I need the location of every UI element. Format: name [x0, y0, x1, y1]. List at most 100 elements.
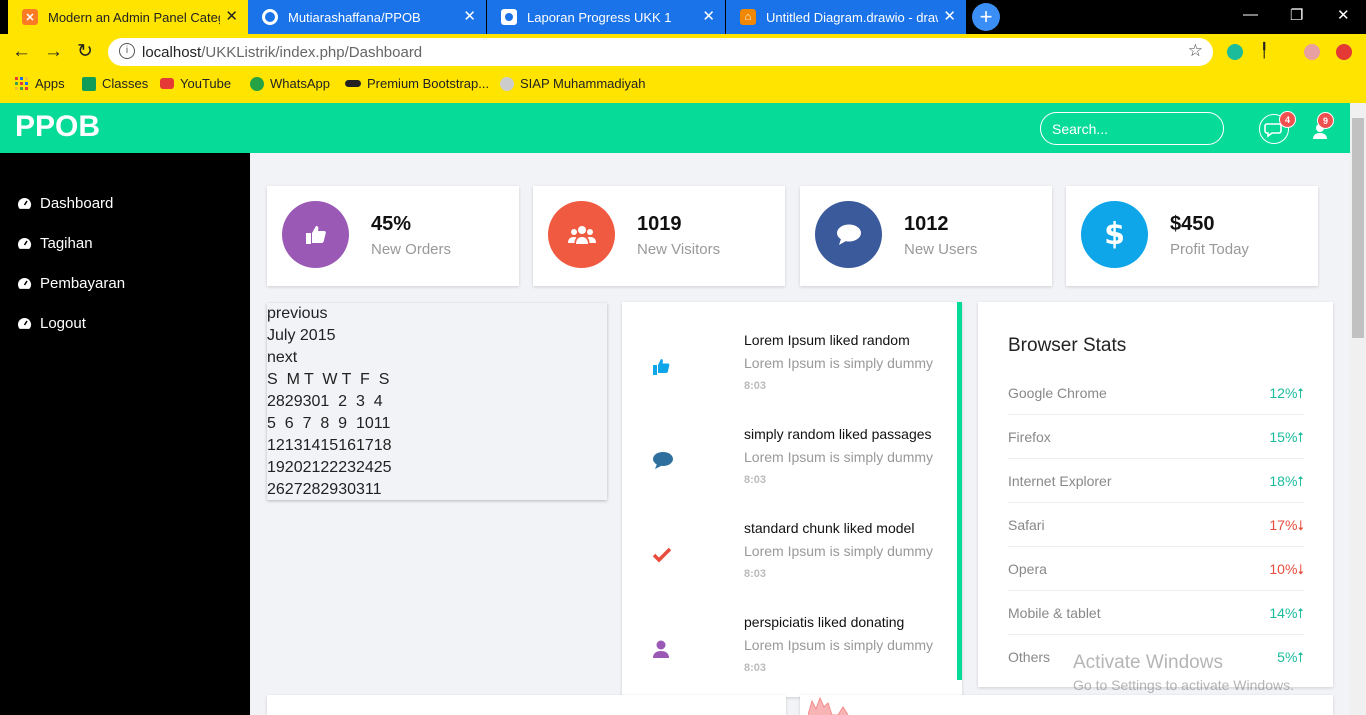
comment-icon: [653, 452, 673, 469]
bookmarks-bar: Apps Classes YouTube WhatsApp Premium Bo…: [0, 70, 1366, 103]
stat-value: $450: [1170, 213, 1215, 235]
close-tab-icon[interactable]: ✕: [463, 9, 476, 24]
extension-icon[interactable]: [1227, 44, 1243, 60]
browser-percent: 10%: [1269, 561, 1298, 577]
browser-tab-admin-panel[interactable]: ✕ Modern an Admin Panel Categor ✕: [8, 0, 248, 34]
dashboard-icon: [18, 277, 32, 289]
activity-feed: Lorem Ipsum liked random Lorem Ipsum is …: [622, 302, 962, 697]
browser-percent: 5%: [1277, 649, 1298, 665]
bookmark-apps[interactable]: Apps: [15, 76, 65, 91]
browser-stat-row: Opera 10%⭣: [1008, 547, 1304, 591]
youtube-icon: [160, 78, 174, 89]
close-tab-icon[interactable]: ✕: [702, 9, 715, 24]
bookmark-star-icon[interactable]: ☆: [1188, 41, 1203, 61]
sidebar-item-pembayaran[interactable]: Pembayaran: [17, 275, 125, 292]
activity-text: Lorem Ipsum is simply dummy: [744, 449, 934, 465]
calendar-week-row[interactable]: 19202122232425: [267, 457, 607, 479]
bookmark-label: Classes: [102, 76, 149, 91]
browser-name: Safari: [1008, 517, 1045, 533]
browser-value: 17%⭣: [1269, 517, 1304, 534]
address-bar[interactable]: i localhost/UKKListrik/index.php/Dashboa…: [108, 38, 1213, 66]
brand-logo[interactable]: PPOB: [15, 110, 100, 144]
browser-name: Google Chrome: [1008, 385, 1107, 401]
arrow-down-icon: ⭣: [1297, 561, 1304, 577]
arrow-up-icon: ⭡: [1297, 649, 1304, 665]
bookmark-label: WhatsApp: [270, 76, 330, 91]
browser-tab-drawio[interactable]: ⌂ Untitled Diagram.drawio - draw.i ✕: [726, 0, 966, 34]
search-input[interactable]: [1040, 112, 1224, 145]
browser-stat-row: Safari 17%⭣: [1008, 503, 1304, 547]
info-icon[interactable]: i: [119, 43, 135, 59]
calendar-week-row[interactable]: 2829301 2 3 4: [267, 391, 607, 413]
browser-tab-laporan[interactable]: Laporan Progress UKK 1 ✕: [487, 0, 725, 34]
bookmark-siap[interactable]: SIAP Muhammadiyah: [500, 76, 646, 91]
browser-tab-bar: ✕ Modern an Admin Panel Categor ✕ Mutiar…: [0, 0, 1366, 34]
drawio-icon: ⌂: [740, 9, 756, 25]
messages-button[interactable]: 4: [1259, 111, 1296, 144]
bookmark-whatsapp[interactable]: WhatsApp: [250, 76, 330, 91]
user-icon: [653, 640, 669, 658]
check-icon: [652, 547, 672, 563]
xampp-icon: ✕: [22, 9, 38, 25]
calendar-next-link[interactable]: next: [267, 347, 607, 369]
apps-grid-icon: [15, 76, 28, 90]
browser-name: Others: [1008, 649, 1051, 665]
browser-tab-github[interactable]: Mutiarashaffana/PPOB ✕: [248, 0, 486, 34]
browser-value: 10%⭣: [1269, 561, 1304, 578]
arrow-up-icon: ⭡: [1297, 473, 1304, 489]
users-icon: [548, 201, 615, 268]
notifications-badge: 9: [1317, 112, 1334, 129]
close-window-icon[interactable]: ✕: [1337, 6, 1350, 24]
calendar-week-row[interactable]: 5 6 7 8 9 1011: [267, 413, 607, 435]
activity-title: standard chunk liked model: [744, 520, 915, 536]
activity-text: Lorem Ipsum is simply dummy: [744, 637, 934, 653]
back-arrow-icon[interactable]: ←: [12, 42, 31, 62]
sidebar-item-dashboard[interactable]: Dashboard: [17, 195, 113, 212]
dashboard-icon: [18, 237, 32, 249]
dollar-icon: $: [1081, 201, 1148, 268]
calendar-week-row[interactable]: 2627282930311: [267, 479, 607, 501]
forward-arrow-icon[interactable]: →: [44, 42, 63, 62]
github-icon: [262, 9, 278, 25]
activity-item[interactable]: standard chunk liked model Lorem Ipsum i…: [622, 520, 957, 610]
reload-icon[interactable]: ↻: [77, 42, 93, 62]
sidebar-item-tagihan[interactable]: Tagihan: [17, 235, 93, 252]
minimize-icon[interactable]: —: [1243, 6, 1258, 23]
pin-icon[interactable]: ╿: [1260, 42, 1276, 58]
scrollbar-thumb[interactable]: [1352, 118, 1364, 338]
notifications-button[interactable]: 9: [1305, 112, 1335, 144]
bootstrap-icon: [345, 80, 361, 87]
activity-text: Lorem Ipsum is simply dummy: [744, 355, 934, 371]
arrow-down-icon: ⭣: [1297, 517, 1304, 533]
profile-avatar[interactable]: [1304, 44, 1320, 60]
new-tab-button[interactable]: +: [972, 3, 1000, 31]
activity-time: 8:03: [744, 662, 767, 674]
stat-label: New Users: [904, 241, 978, 258]
close-tab-icon[interactable]: ✕: [943, 9, 956, 24]
sidebar-item-logout[interactable]: Logout: [17, 315, 86, 332]
calendar-previous-link[interactable]: previous: [267, 303, 607, 325]
bookmark-youtube[interactable]: YouTube: [160, 76, 231, 91]
windows-activation-text: Go to Settings to activate Windows.: [1073, 677, 1294, 693]
stat-value: 1012: [904, 213, 949, 235]
activity-time: 8:03: [744, 380, 767, 392]
bookmark-label: YouTube: [180, 76, 232, 91]
browser-name: Firefox: [1008, 429, 1051, 445]
url-text: localhost/UKKListrik/index.php/Dashboard: [142, 44, 422, 61]
classroom-icon: [82, 76, 96, 91]
calendar-week-row[interactable]: 12131415161718: [267, 435, 607, 457]
update-icon[interactable]: [1336, 44, 1352, 60]
activity-item[interactable]: Lorem Ipsum liked random Lorem Ipsum is …: [622, 332, 957, 422]
restore-icon[interactable]: ❐: [1290, 6, 1303, 24]
bookmark-classes[interactable]: Classes: [82, 76, 148, 91]
browser-stats-card: Browser Stats Google Chrome 12%⭡ Firefox…: [978, 302, 1333, 687]
bookmark-premium-bootstrap[interactable]: Premium Bootstrap...: [345, 76, 489, 91]
activity-item[interactable]: simply random liked passages Lorem Ipsum…: [622, 426, 957, 516]
close-tab-icon[interactable]: ✕: [225, 9, 238, 24]
calendar-weekday-header: S M T W T F S: [267, 371, 390, 388]
thumbs-up-icon: [282, 201, 349, 268]
bottom-card-right: [800, 695, 1333, 715]
browser-value: 15%⭡: [1269, 429, 1304, 446]
sparkline-chart: [808, 696, 849, 715]
activity-item[interactable]: perspiciatis liked donating Lorem Ipsum …: [622, 614, 957, 704]
